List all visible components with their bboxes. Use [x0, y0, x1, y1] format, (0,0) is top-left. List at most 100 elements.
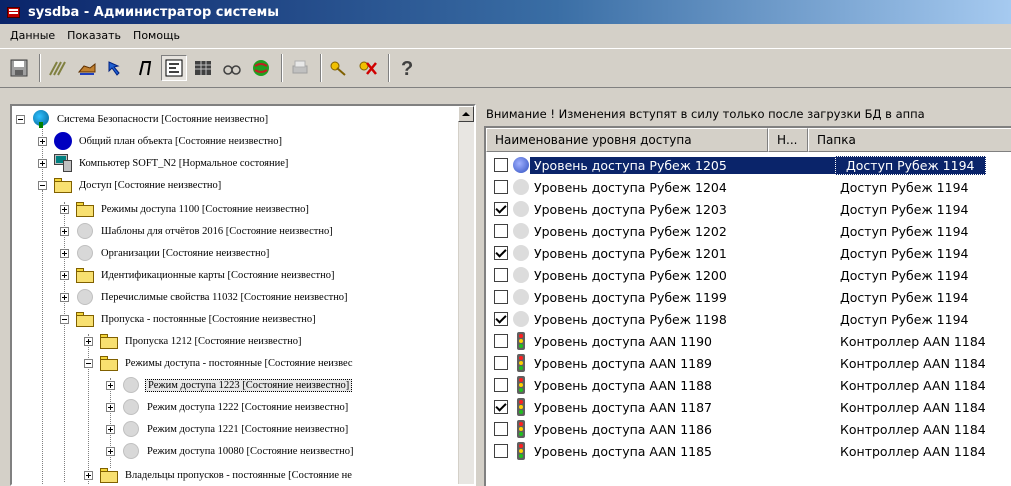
glasses-icon[interactable]: [219, 55, 245, 81]
list-item[interactable]: Уровень доступа AAN 1188 Контроллер AAN …: [486, 374, 1011, 396]
run-icon[interactable]: [132, 55, 158, 81]
gray-circle-icon: [75, 222, 95, 240]
dog-icon[interactable]: [74, 55, 100, 81]
row-checkbox[interactable]: [494, 290, 508, 304]
row-checkbox[interactable]: [494, 334, 508, 348]
tree-item[interactable]: Режим доступа 10080 [Состояние неизвестн…: [106, 440, 356, 462]
row-folder: Доступ Рубеж 1194: [840, 311, 969, 327]
print-icon[interactable]: [287, 55, 313, 81]
save-icon[interactable]: [6, 55, 32, 81]
expand-icon[interactable]: [60, 226, 69, 236]
scroll-up-button[interactable]: [458, 106, 474, 122]
tree-scrollbar[interactable]: [458, 106, 474, 484]
row-name: Уровень доступа AAN 1188: [534, 377, 713, 393]
list-item[interactable]: Уровень доступа Рубеж 1199 Доступ Рубеж …: [486, 286, 1011, 308]
tree-item[interactable]: Организации [Состояние неизвестно]: [60, 242, 271, 264]
row-checkbox[interactable]: [494, 246, 508, 260]
tree-item[interactable]: Режимы доступа - постоянные [Состояние н…: [84, 352, 355, 374]
expand-icon[interactable]: [84, 470, 93, 480]
list-item[interactable]: Уровень доступа Рубеж 1203 Доступ Рубеж …: [486, 198, 1011, 220]
collapse-icon[interactable]: [16, 114, 25, 124]
title-bar[interactable]: sysdba - Администратор системы: [0, 0, 1011, 24]
expand-icon[interactable]: [60, 292, 69, 302]
folder-icon: [53, 176, 73, 194]
row-folder: Доступ Рубеж 1194: [840, 179, 969, 195]
row-name: Уровень доступа Рубеж 1202: [534, 223, 727, 239]
row-checkbox[interactable]: [494, 224, 508, 238]
collapse-icon[interactable]: [84, 358, 93, 368]
grid-icon[interactable]: [190, 55, 216, 81]
list-item[interactable]: Уровень доступа AAN 1190 Контроллер AAN …: [486, 330, 1011, 352]
collapse-icon[interactable]: [38, 180, 47, 190]
row-checkbox[interactable]: [494, 202, 508, 216]
column-header-folder[interactable]: Папка: [808, 128, 1011, 152]
gray-circle-icon: [75, 244, 95, 262]
row-checkbox[interactable]: [494, 180, 508, 194]
tree-panel[interactable]: Система Безопасности [Состояние неизвест…: [10, 104, 476, 486]
tree-item[interactable]: Режим доступа 1221 [Состояние неизвестно…: [106, 418, 350, 440]
expand-icon[interactable]: [60, 204, 69, 214]
list-item[interactable]: Уровень доступа Рубеж 1202 Доступ Рубеж …: [486, 220, 1011, 242]
list-item[interactable]: Уровень доступа AAN 1186 Контроллер AAN …: [486, 418, 1011, 440]
menu-data[interactable]: Данные: [4, 27, 61, 44]
collapse-icon[interactable]: [60, 314, 69, 324]
expand-icon[interactable]: [106, 424, 115, 434]
list-item[interactable]: Уровень доступа Рубеж 1205 Доступ Рубеж …: [486, 154, 1011, 176]
tree-item[interactable]: Доступ [Состояние неизвестно]: [38, 174, 223, 196]
tree-item[interactable]: Пропуска 1212 [Состояние неизвестно]: [84, 330, 303, 352]
list-item[interactable]: Уровень доступа Рубеж 1200 Доступ Рубеж …: [486, 264, 1011, 286]
tree-item[interactable]: Система Безопасности [Состояние неизвест…: [16, 108, 270, 130]
hatch-icon[interactable]: [45, 55, 71, 81]
expand-icon[interactable]: [84, 336, 93, 346]
menu-view[interactable]: Показать: [61, 27, 127, 44]
tree-item[interactable]: Шаблоны для отчётов 2016 [Состояние неиз…: [60, 220, 335, 242]
list-item[interactable]: Уровень доступа Рубеж 1198 Доступ Рубеж …: [486, 308, 1011, 330]
tree-item[interactable]: Перечислимые свойства 11032 [Состояние н…: [60, 286, 350, 308]
row-checkbox[interactable]: [494, 422, 508, 436]
tree-item[interactable]: Идентификационные карты [Состояние неизв…: [60, 264, 337, 286]
row-checkbox[interactable]: [494, 268, 508, 282]
access-level-list[interactable]: Наименование уровня доступа Н... Папка У…: [484, 126, 1011, 486]
row-name: Уровень доступа Рубеж 1205: [530, 156, 835, 174]
arrow-icon[interactable]: [103, 55, 129, 81]
tree-item[interactable]: Общий план объекта [Состояние неизвестно…: [38, 130, 284, 152]
row-checkbox[interactable]: [494, 356, 508, 370]
column-header-name[interactable]: Наименование уровня доступа: [486, 128, 768, 152]
tree-item[interactable]: Режимы доступа 1100 [Состояние неизвестн…: [60, 198, 311, 220]
globe-icon[interactable]: [248, 55, 274, 81]
tree-item[interactable]: Компьютер SOFT_N2 [Нормальное состояние]: [38, 152, 290, 174]
tree-item[interactable]: Пропуска - постоянные [Состояние неизвес…: [60, 308, 318, 330]
list-item[interactable]: Уровень доступа Рубеж 1204 Доступ Рубеж …: [486, 176, 1011, 198]
expand-icon[interactable]: [60, 248, 69, 258]
row-checkbox[interactable]: [494, 378, 508, 392]
tree-item[interactable]: Режим доступа 1223 [Состояние неизвестно…: [106, 374, 353, 396]
gray-circle-icon: [512, 222, 530, 240]
tree-item[interactable]: Режим доступа 1222 [Состояние неизвестно…: [106, 396, 350, 418]
row-name: Уровень доступа Рубеж 1201: [534, 245, 727, 261]
list-item[interactable]: Уровень доступа AAN 1185 Контроллер AAN …: [486, 440, 1011, 462]
expand-icon[interactable]: [38, 136, 47, 146]
expand-icon[interactable]: [106, 380, 115, 390]
row-folder: Доступ Рубеж 1194: [840, 289, 969, 305]
row-checkbox[interactable]: [494, 312, 508, 326]
props-icon[interactable]: [161, 55, 187, 81]
key-remove-icon[interactable]: [355, 55, 381, 81]
expand-icon[interactable]: [38, 158, 47, 168]
list-item[interactable]: Уровень доступа AAN 1187 Контроллер AAN …: [486, 396, 1011, 418]
tree-item[interactable]: Владельцы пропусков - постоянные [Состоя…: [84, 464, 354, 484]
expand-icon[interactable]: [60, 270, 69, 280]
key-add-icon[interactable]: [326, 55, 352, 81]
column-header-n[interactable]: Н...: [768, 128, 808, 152]
gray-circle-icon: [121, 398, 141, 416]
expand-icon[interactable]: [106, 446, 115, 456]
row-checkbox[interactable]: [494, 158, 508, 172]
row-checkbox[interactable]: [494, 444, 508, 458]
expand-icon[interactable]: [106, 402, 115, 412]
list-item[interactable]: Уровень доступа Рубеж 1201 Доступ Рубеж …: [486, 242, 1011, 264]
menu-help[interactable]: Помощь: [127, 27, 186, 44]
computer-icon: [53, 154, 73, 172]
blue-circle-icon: [512, 156, 530, 174]
list-item[interactable]: Уровень доступа AAN 1189 Контроллер AAN …: [486, 352, 1011, 374]
help-icon[interactable]: ?: [394, 55, 420, 81]
row-checkbox[interactable]: [494, 400, 508, 414]
